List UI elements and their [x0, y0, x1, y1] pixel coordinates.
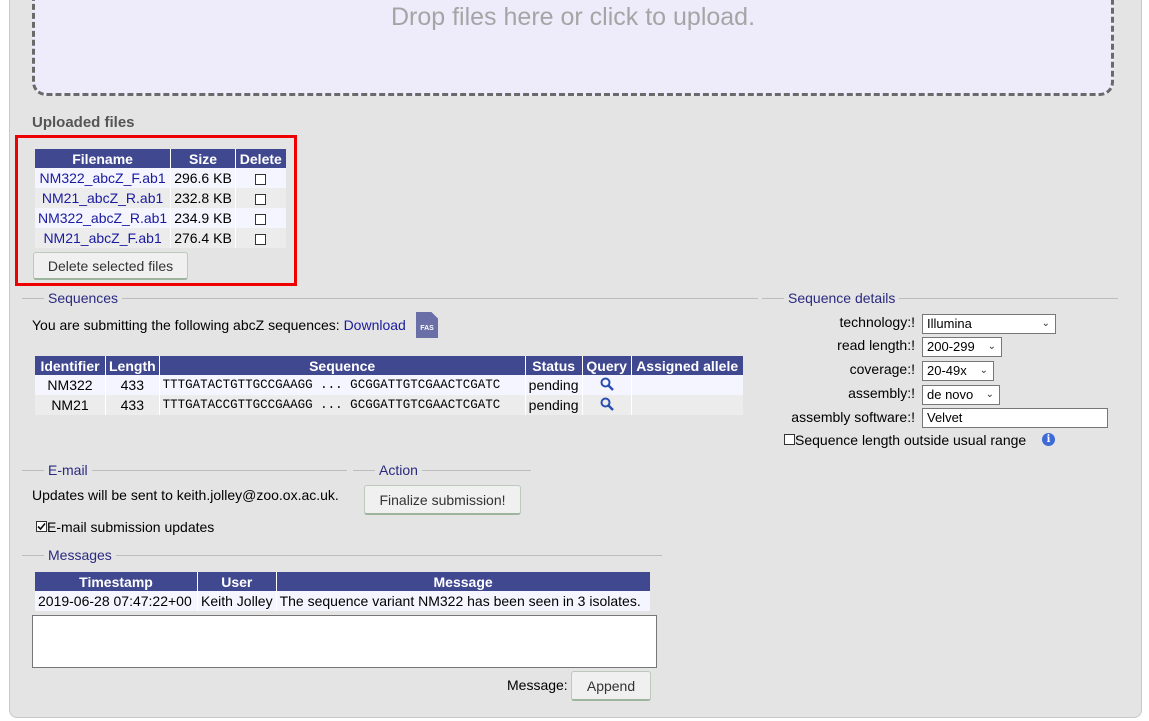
message-text: The sequence variant NM322 has been seen… [276, 591, 650, 611]
sequences-intro: You are submitting the following abcZ se… [32, 317, 406, 333]
file-link[interactable]: NM322_abcZ_R.ab1 [38, 210, 167, 226]
delete-checkbox[interactable] [255, 193, 267, 205]
coverage-value: 20-49x [927, 363, 967, 378]
seq-identifier: NM21 [35, 395, 106, 415]
col-identifier: Identifier [35, 356, 106, 375]
col-timestamp: Timestamp [35, 572, 198, 591]
assembly-value: de novo [927, 387, 974, 402]
col-length: Length [105, 356, 160, 375]
seq-length: 433 [105, 375, 160, 395]
sequences-intro-text: You are submitting the following abcZ se… [32, 317, 340, 333]
table-row: NM21 433 TTTGATACCGTTGCCGAAGG ... GCGGAT… [35, 395, 743, 415]
seq-identifier: NM322 [35, 375, 106, 395]
info-icon[interactable]: i [1042, 433, 1055, 446]
col-assigned-allele: Assigned allele [631, 356, 743, 375]
file-link[interactable]: NM21_abcZ_R.ab1 [42, 190, 163, 206]
chevron-down-icon: ⌄ [985, 389, 994, 400]
col-sequence: Sequence [159, 356, 526, 375]
messages-divider [22, 555, 662, 556]
file-size: 296.6 KB [170, 168, 236, 188]
assembly-select[interactable]: de novo ⌄ [922, 385, 1000, 405]
query-cell [582, 375, 632, 395]
message-timestamp: 2019-06-28 07:47:22+00 [35, 591, 198, 611]
action-legend: Action [375, 462, 422, 478]
messages-legend: Messages [44, 547, 116, 563]
seq-sequence: TTTGATACTGTTGCCGAAGG ... GCGGATTGTCGAACT… [159, 375, 526, 395]
coverage-select[interactable]: 20-49x ⌄ [922, 361, 994, 381]
assembly-software-value: Velvet [927, 410, 963, 425]
sequences-divider [22, 298, 758, 299]
file-size: 234.9 KB [170, 208, 236, 228]
delete-checkbox[interactable] [255, 213, 267, 225]
assembly-software-input[interactable]: Velvet [922, 408, 1108, 428]
outside-range-label: Sequence length outside usual range [795, 432, 1027, 448]
read-length-value: 200-299 [927, 339, 975, 354]
dropzone-text: Drop files here or click to upload. [390, 3, 756, 31]
sequences-legend: Sequences [44, 290, 123, 306]
technology-label: technology:! [839, 314, 916, 330]
assembly-software-label: assembly software:! [791, 409, 915, 425]
col-status: Status [525, 356, 583, 375]
read-length-label: read length:! [837, 337, 915, 353]
file-link[interactable]: NM322_abcZ_F.ab1 [40, 170, 166, 186]
message-user: Keith Jolley [197, 591, 277, 611]
email-updates-checkbox[interactable] [36, 521, 47, 533]
chevron-down-icon: ⌄ [1041, 318, 1050, 329]
seq-status: pending [525, 375, 583, 395]
file-size: 232.8 KB [170, 188, 236, 208]
outside-range-row: Sequence length outside usual range [784, 432, 1026, 448]
search-icon[interactable] [600, 377, 614, 391]
seq-assigned-allele [631, 375, 743, 395]
email-legend: E-mail [44, 462, 92, 478]
table-row: NM21_abcZ_R.ab1 232.8 KB [35, 188, 286, 208]
chevron-down-icon: ⌄ [987, 341, 996, 352]
uploaded-files-heading: Uploaded files [32, 114, 135, 131]
seq-sequence: TTTGATACCGTTGCCGAAGG ... GCGGATTGTCGAACT… [159, 395, 526, 415]
table-row: NM322_abcZ_F.ab1 296.6 KB [35, 168, 286, 188]
assembly-label: assembly:! [848, 385, 915, 401]
search-icon[interactable] [600, 397, 614, 411]
col-filename: Filename [35, 149, 172, 168]
chevron-down-icon: ⌄ [979, 365, 988, 376]
delete-selected-files-button[interactable]: Delete selected files [33, 252, 188, 280]
outside-range-checkbox[interactable] [784, 434, 795, 446]
email-updates-label: E-mail submission updates [47, 519, 215, 535]
file-size: 276.4 KB [170, 228, 236, 248]
message-input-label: Message: [507, 677, 568, 693]
col-size: Size [170, 149, 236, 168]
email-updates-text: Updates will be sent to keith.jolley@zoo… [32, 487, 339, 503]
technology-value: Illumina [927, 316, 972, 331]
fasta-file-icon[interactable]: FAS [416, 312, 438, 338]
col-query: Query [582, 356, 632, 375]
col-delete: Delete [235, 149, 286, 168]
table-row: 2019-06-28 07:47:22+00 Keith Jolley The … [35, 591, 650, 611]
checkmark-icon [37, 523, 46, 531]
table-row: NM21_abcZ_F.ab1 276.4 KB [35, 228, 286, 248]
append-button[interactable]: Append [571, 671, 651, 701]
email-updates-row: E-mail submission updates [36, 519, 214, 535]
table-row: NM322 433 TTTGATACTGTTGCCGAAGG ... GCGGA… [35, 375, 743, 395]
messages-table: Timestamp User Message 2019-06-28 07:47:… [35, 572, 650, 611]
coverage-label: coverage:! [849, 361, 915, 377]
query-cell [582, 395, 632, 415]
technology-select[interactable]: Illumina ⌄ [922, 314, 1056, 334]
sequences-table: Identifier Length Sequence Status Query … [35, 356, 743, 415]
table-row: NM322_abcZ_R.ab1 234.9 KB [35, 208, 286, 228]
finalize-submission-button[interactable]: Finalize submission! [364, 485, 521, 515]
download-link[interactable]: Download [344, 317, 406, 333]
upload-dropzone[interactable]: Drop files here or click to upload. [32, 0, 1114, 96]
sequence-details-legend: Sequence details [784, 290, 900, 306]
message-textarea[interactable] [32, 615, 657, 668]
file-link[interactable]: NM21_abcZ_F.ab1 [43, 230, 161, 246]
delete-checkbox[interactable] [255, 173, 267, 185]
seq-length: 433 [105, 395, 160, 415]
col-message: Message [276, 572, 650, 591]
read-length-select[interactable]: 200-299 ⌄ [922, 337, 1002, 357]
col-user: User [197, 572, 277, 591]
seq-assigned-allele [631, 395, 743, 415]
delete-checkbox[interactable] [255, 233, 267, 245]
uploaded-files-table: Filename Size Delete NM322_abcZ_F.ab1 29… [35, 149, 286, 248]
seq-status: pending [525, 395, 583, 415]
